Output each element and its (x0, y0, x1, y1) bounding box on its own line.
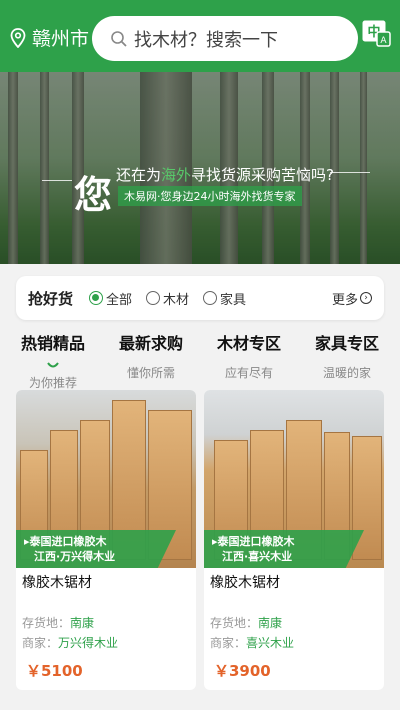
banner-subtitle: 木易网·您身边24小时海外找货专家 (118, 186, 302, 206)
banner-headline: 还在为海外寻找货源采购苦恼吗? (116, 166, 334, 184)
product-tag: ▸泰国进口橡胶木 江西·万兴得木业 (16, 530, 176, 568)
product-photo: ▸泰国进口橡胶木 江西·喜兴木业 (204, 390, 384, 568)
translate-icon[interactable]: 中 A (362, 20, 392, 48)
svg-text:A: A (380, 36, 387, 46)
city-selector[interactable]: 赣州市 (10, 24, 89, 51)
tab-hot[interactable]: 热销精品 为你推荐 (5, 330, 101, 390)
product-price: ￥5100 (26, 662, 83, 680)
seller-info: 商家：喜兴木业 (210, 636, 295, 650)
stock-location: 存货地：南康 (210, 616, 283, 630)
search-icon (111, 30, 127, 47)
city-label: 赣州市 (32, 28, 90, 50)
filter-bar: 抢好货 全部 木材 家具 更多 › (16, 276, 384, 320)
radio-icon (203, 291, 218, 305)
search-placeholder: 找木材？搜索一下 (134, 29, 278, 51)
radio-selected-icon (89, 291, 104, 305)
location-pin-icon (10, 27, 26, 48)
top-header: 赣州市 找木材？搜索一下 中 A (0, 0, 400, 72)
search-input[interactable]: 找木材？搜索一下 (92, 16, 358, 61)
radio-icon (146, 291, 161, 305)
more-button[interactable]: 更多 › (332, 289, 372, 308)
product-name: 橡胶木锯材 (22, 575, 92, 591)
filter-option-wood[interactable]: 木材 (146, 289, 189, 308)
filter-option-all[interactable]: 全部 (89, 289, 132, 308)
banner-big-char: 您 (74, 173, 113, 217)
product-tag: ▸泰国进口橡胶木 江西·喜兴木业 (204, 530, 364, 568)
tab-latest-requests[interactable]: 最新求购 懂你所需 (103, 330, 199, 384)
promo-banner[interactable]: 您 还在为海外寻找货源采购苦恼吗? 木易网·您身边24小时海外找货专家 (0, 72, 400, 264)
tab-furniture-zone[interactable]: 家具专区 温暖的家 (299, 330, 395, 384)
product-name: 橡胶木锯材 (210, 575, 280, 591)
chevron-right-icon: › (360, 292, 372, 304)
product-card[interactable]: ▸泰国进口橡胶木 江西·万兴得木业 橡胶木锯材 存货地：南康 商家：万兴得木业 … (16, 390, 196, 690)
stock-location: 存货地：南康 (22, 616, 95, 630)
active-indicator-icon (47, 362, 59, 368)
product-card[interactable]: ▸泰国进口橡胶木 江西·喜兴木业 橡胶木锯材 存货地：南康 商家：喜兴木业 ￥3… (204, 390, 384, 690)
product-photo: ▸泰国进口橡胶木 江西·万兴得木业 (16, 390, 196, 568)
category-tabs: 热销精品 为你推荐 最新求购 懂你所需 木材专区 应有尽有 家具专区 温暖的家 (0, 330, 400, 390)
tab-wood-zone[interactable]: 木材专区 应有尽有 (201, 330, 297, 384)
filter-option-furniture[interactable]: 家具 (203, 289, 246, 308)
seller-info: 商家：万兴得木业 (22, 636, 119, 650)
product-price: ￥3900 (214, 662, 271, 680)
filter-title: 抢好货 (28, 289, 74, 308)
